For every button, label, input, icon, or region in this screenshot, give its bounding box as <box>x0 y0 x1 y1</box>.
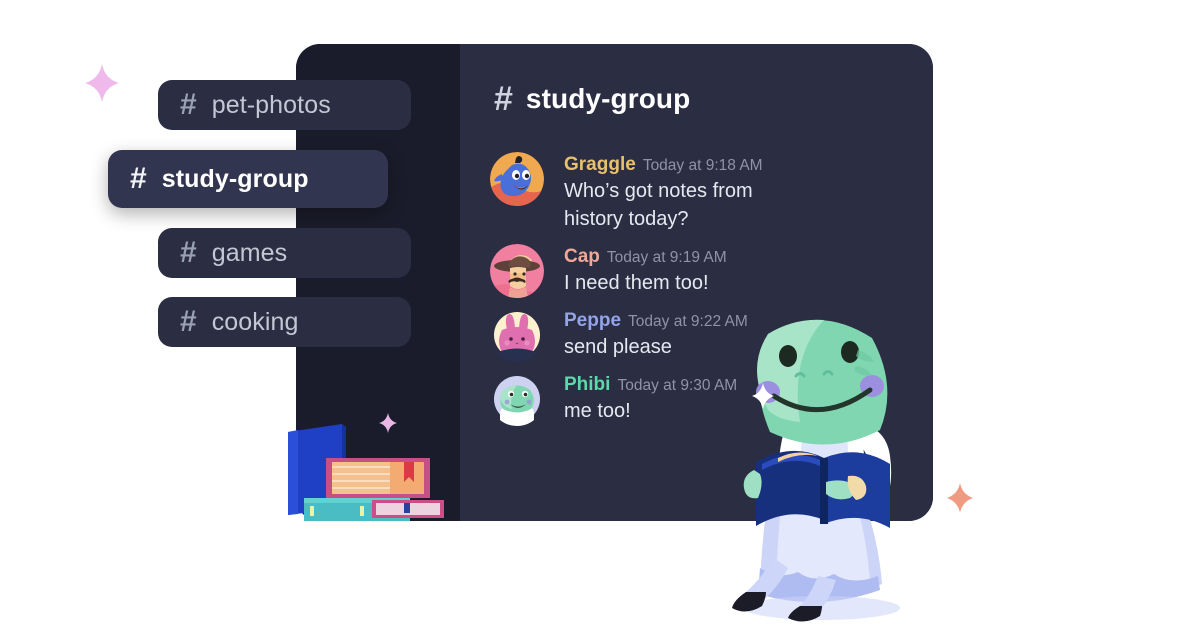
message-text: I need them too! <box>564 271 709 294</box>
message-row: Cap Today at 9:19 AM I need them too! <box>490 243 890 298</box>
message-text: Who’s got notes from history today? <box>564 180 753 231</box>
hash-icon: # <box>180 236 197 269</box>
channel-name-label: cooking <box>211 307 299 336</box>
message-content: Phibi Today at 9:30 AM me too! <box>564 372 737 426</box>
sparkle-white-messages-icon <box>752 383 774 409</box>
message-author[interactable]: Cap <box>564 246 600 268</box>
message-content: Cap Today at 9:19 AM I need them too! <box>564 244 727 298</box>
hash-icon: # <box>494 80 513 118</box>
sparkle-pink-top-left-icon <box>85 64 119 102</box>
hash-icon: # <box>180 88 197 121</box>
sparkle-salmon-bottom-right-icon <box>947 483 973 513</box>
frog-avatar[interactable] <box>490 371 544 426</box>
sidebar-item-games[interactable]: # games <box>158 228 411 278</box>
frog-reading-illustration <box>726 300 976 622</box>
sparkle-pink-books-icon <box>379 413 397 433</box>
message-meta: Cap Today at 9:19 AM <box>564 246 727 268</box>
message-text: send please <box>564 335 672 358</box>
book-stack-illustration <box>284 420 450 524</box>
illustration-canvas: # pet-photos # study-group # games # coo… <box>0 0 1200 630</box>
channel-name-label: study-group <box>161 164 309 193</box>
message-timestamp: Today at 9:18 AM <box>642 157 763 174</box>
message-author[interactable]: Graggle <box>564 154 636 176</box>
genie-avatar[interactable] <box>490 152 544 206</box>
channel-name-label: pet-photos <box>211 90 331 119</box>
sidebar-item-pet-photos[interactable]: # pet-photos <box>158 80 411 130</box>
message-content: Peppe Today at 9:22 AM send please <box>564 308 748 362</box>
bunny-avatar[interactable] <box>490 307 544 362</box>
sidebar-item-cooking[interactable]: # cooking <box>158 297 411 347</box>
hash-icon: # <box>180 305 197 338</box>
message-text: me too! <box>564 399 631 422</box>
message-author[interactable]: Phibi <box>564 374 610 396</box>
message-meta: Graggle Today at 9:18 AM <box>564 154 814 176</box>
message-meta: Phibi Today at 9:30 AM <box>564 374 737 396</box>
channel-header: # study-group <box>494 82 690 116</box>
message-author[interactable]: Peppe <box>564 310 621 332</box>
explorer-avatar[interactable] <box>490 243 544 298</box>
message-timestamp: Today at 9:30 AM <box>617 376 738 394</box>
message-timestamp: Today at 9:19 AM <box>606 248 727 266</box>
message-row: Graggle Today at 9:18 AM Who’s got notes… <box>490 152 890 234</box>
message-content: Graggle Today at 9:18 AM Who’s got notes… <box>564 152 814 234</box>
sidebar-item-study-group[interactable]: # study-group <box>108 150 388 208</box>
hash-icon: # <box>130 162 147 195</box>
page-title: study-group <box>525 83 691 114</box>
message-meta: Peppe Today at 9:22 AM <box>564 310 748 332</box>
channel-name-label: games <box>211 238 288 267</box>
